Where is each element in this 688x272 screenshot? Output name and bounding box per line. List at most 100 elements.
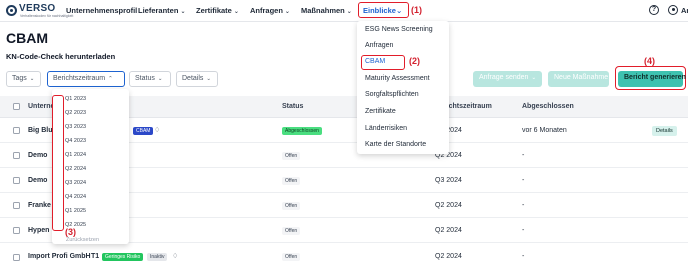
insights-dropdown: ESG News Screening Anfragen CBAM Maturit… bbox=[357, 21, 449, 154]
tags-filter[interactable]: Tags ⌄ bbox=[6, 71, 41, 87]
user-icon[interactable] bbox=[668, 5, 678, 15]
brand-logo[interactable]: VERSO Verhaltenskodex für nachhaltigkeit bbox=[6, 3, 73, 19]
insights-item-anfragen[interactable]: Anfragen bbox=[365, 42, 393, 49]
period-option[interactable]: Q1 2023 bbox=[65, 96, 86, 102]
period-option[interactable]: Q3 2024 bbox=[65, 180, 86, 186]
insights-item-laenderrisiken[interactable]: Länderrisiken bbox=[365, 125, 407, 132]
period-reset-link[interactable]: Zurücksetzen bbox=[66, 237, 99, 243]
column-header-status[interactable]: Status bbox=[282, 103, 303, 110]
cbam-badge: CBAM bbox=[133, 127, 154, 135]
row-checkbox[interactable] bbox=[13, 227, 20, 234]
row-checkbox[interactable] bbox=[13, 127, 20, 134]
filter-label: Status bbox=[135, 75, 155, 82]
status-badge: Offen bbox=[282, 202, 301, 210]
insights-item-zertifikate[interactable]: Zertifikate bbox=[365, 108, 396, 115]
help-icon[interactable]: ? bbox=[649, 5, 659, 15]
nav-item-unternehmensprofil[interactable]: Unternehmensprofil bbox=[66, 6, 137, 15]
filter-label: Details bbox=[182, 75, 204, 82]
period-option[interactable]: Q2 2024 bbox=[65, 166, 86, 172]
company-name[interactable]: Demo bbox=[28, 177, 47, 184]
insights-item-maturity[interactable]: Maturity Assessment bbox=[365, 75, 430, 82]
completed-value: - bbox=[522, 202, 525, 209]
tag-icon[interactable]: ♢ bbox=[154, 126, 160, 134]
period-option[interactable]: Q1 2024 bbox=[65, 152, 86, 158]
period-value: Q2 2024 bbox=[435, 202, 462, 209]
tier-label: T1 bbox=[91, 253, 100, 260]
marker-1: (1) bbox=[411, 5, 422, 15]
company-name[interactable]: Import Profi GmbH bbox=[28, 253, 91, 260]
status-filter[interactable]: Status ⌄ bbox=[129, 71, 171, 87]
tag-icon[interactable]: ♢ bbox=[172, 252, 178, 260]
status-badge: Offen bbox=[282, 152, 301, 160]
chevron-down-icon: ⌄ bbox=[157, 76, 163, 82]
chevron-down-icon: ⌄ bbox=[346, 9, 352, 15]
period-filter[interactable]: Berichtszeitraum ⌃ bbox=[47, 71, 125, 87]
period-option[interactable]: Q4 2023 bbox=[65, 138, 86, 144]
completed-value: - bbox=[522, 253, 525, 260]
user-initials[interactable]: An bbox=[681, 6, 688, 15]
send-requests-button[interactable]: Anfrage senden ⌄ bbox=[473, 71, 542, 87]
chevron-down-icon: ⌄ bbox=[395, 6, 403, 15]
period-value: Q2 2024 bbox=[435, 227, 462, 234]
nav-item-zertifikate[interactable]: Zertifikate ⌄ bbox=[196, 6, 239, 15]
status-badge: Offen bbox=[282, 177, 301, 185]
period-value: Q3 2024 bbox=[435, 177, 462, 184]
kn-code-check-link[interactable]: KN-Code-Check herunterladen bbox=[6, 52, 115, 61]
company-name[interactable]: Franke bbox=[28, 202, 51, 209]
nav-item-label: Einblicke bbox=[363, 6, 396, 15]
column-header-completed[interactable]: Abgeschlossen bbox=[522, 103, 574, 110]
company-name[interactable]: Demo bbox=[28, 152, 47, 159]
status-badge: Abgeschlossen bbox=[282, 127, 322, 135]
completed-value: vor 6 Monaten bbox=[522, 127, 567, 134]
nav-item-label: Lieferanten bbox=[138, 6, 179, 15]
nav-item-einblicke[interactable]: Einblicke⌄ bbox=[363, 6, 402, 15]
marker-3: (3) bbox=[65, 227, 76, 237]
top-navigation: VERSO Verhaltenskodex für nachhaltigkeit… bbox=[0, 0, 688, 22]
new-measure-button[interactable]: Neue Maßnahme bbox=[548, 71, 609, 87]
period-option[interactable]: Q1 2025 bbox=[65, 208, 86, 214]
insights-item-esg-news[interactable]: ESG News Screening bbox=[365, 26, 433, 33]
completed-value: - bbox=[522, 227, 525, 234]
chevron-down-icon: ⌄ bbox=[284, 9, 290, 15]
row-checkbox[interactable] bbox=[13, 152, 20, 159]
insights-item-standorte[interactable]: Karte der Standorte bbox=[365, 141, 426, 148]
chevron-down-icon: ⌄ bbox=[233, 9, 239, 15]
period-option[interactable]: Q3 2023 bbox=[65, 124, 86, 130]
company-name[interactable]: Hypen bbox=[28, 227, 49, 234]
completed-value: - bbox=[522, 177, 525, 184]
nav-item-label: Unternehmensprofil bbox=[66, 6, 138, 15]
page-title: CBAM bbox=[6, 30, 48, 46]
row-checkbox[interactable] bbox=[13, 254, 20, 261]
table-row[interactable]: Import Profi GmbH T1 Geringes Risiko Ina… bbox=[0, 245, 688, 272]
status-badge: Offen bbox=[282, 227, 301, 235]
details-filter[interactable]: Details ⌄ bbox=[176, 71, 218, 87]
chevron-down-icon: ⌄ bbox=[206, 76, 212, 82]
period-option[interactable]: Q2 2023 bbox=[65, 110, 86, 116]
chevron-down-icon: ⌄ bbox=[29, 76, 35, 82]
nav-item-massnahmen[interactable]: Maßnahmen ⌄ bbox=[301, 6, 352, 15]
insights-item-sorgfaltspflichten[interactable]: Sorgfaltspflichten bbox=[365, 91, 419, 98]
chevron-up-icon: ⌃ bbox=[108, 76, 113, 82]
completed-value: - bbox=[522, 152, 525, 159]
row-checkbox[interactable] bbox=[13, 202, 20, 209]
select-all-checkbox[interactable] bbox=[13, 103, 20, 110]
nav-item-lieferanten[interactable]: Lieferanten ⌄ bbox=[138, 6, 185, 15]
button-label: Anfrage senden bbox=[479, 74, 529, 81]
insights-item-cbam[interactable]: CBAM bbox=[365, 58, 385, 65]
marker-2: (2) bbox=[409, 56, 420, 66]
period-option[interactable]: Q4 2024 bbox=[65, 194, 86, 200]
details-button[interactable]: Details bbox=[652, 126, 677, 136]
status-badge: Offen bbox=[282, 253, 301, 261]
filter-label: Tags bbox=[12, 75, 27, 82]
logo-mark-icon bbox=[6, 5, 17, 16]
chevron-down-icon: ⌄ bbox=[531, 75, 537, 81]
chevron-down-icon: ⌄ bbox=[180, 9, 186, 15]
period-value: Q2 2024 bbox=[435, 253, 462, 260]
row-checkbox[interactable] bbox=[13, 177, 20, 184]
nav-item-label: Anfragen bbox=[250, 6, 283, 15]
brand-name: VERSO bbox=[19, 3, 56, 14]
company-name[interactable]: Big Blu bbox=[28, 127, 53, 134]
nav-item-anfragen[interactable]: Anfragen ⌄ bbox=[250, 6, 290, 15]
generate-report-button[interactable]: Bericht generieren bbox=[618, 71, 686, 87]
risk-badge: Geringes Risiko bbox=[102, 253, 144, 261]
